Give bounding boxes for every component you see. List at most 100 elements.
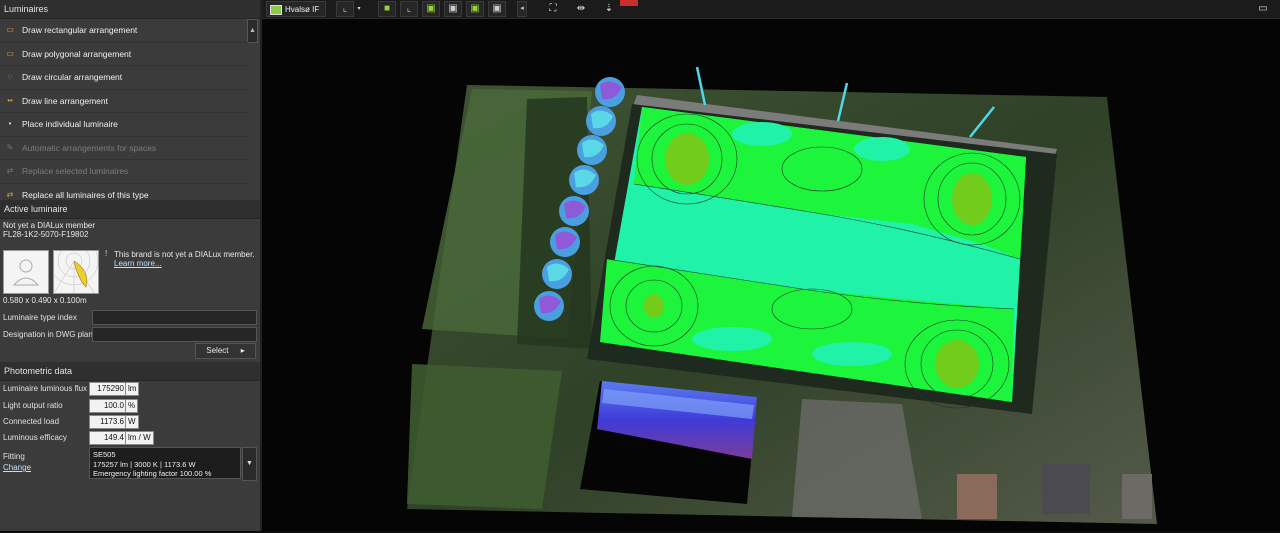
grass-field-bottom (407, 364, 562, 509)
luminaire-photo (3, 250, 49, 294)
floor-view-button[interactable]: ⌞ (400, 1, 418, 17)
luminaire-model: FL28-1K2-5070-F19802 (3, 230, 89, 239)
active-luminaire-title: Active luminaire (0, 200, 260, 219)
menu-item-label: Replace all luminaires of this type (22, 189, 149, 200)
rect-arrangement-icon: ▭ (6, 25, 14, 34)
cube-outline-icon: ▣ (470, 3, 480, 14)
fullscreen-button[interactable]: ▭ (1254, 1, 1272, 17)
menu-rect-arrangement[interactable]: ▭ Draw rectangular arrangement (0, 19, 248, 43)
luminaires-panel-title: Luminaires (0, 0, 260, 19)
cool-spot-1 (732, 122, 792, 146)
efficacy-unit: lm / W (125, 431, 154, 445)
auto-arrangement-icon: ✎ (6, 142, 14, 152)
left-panel: Luminaires ▲ ▭ Draw rectangular arrangeme… (0, 0, 262, 531)
coordinate-axes-button[interactable]: ⌞ (336, 1, 354, 17)
parking-lot (792, 399, 922, 519)
toolbar-collapse-button[interactable]: ◂ (517, 1, 527, 17)
type-index-input[interactable] (92, 310, 257, 325)
fitting-select[interactable]: SE505 175257 lm | 3000 K | 1173.6 W Emer… (89, 447, 241, 479)
menu-item-label: Draw rectangular arrangement (22, 25, 138, 35)
warning-icon: ! (105, 249, 108, 258)
hotspot-3 (644, 294, 664, 318)
chevron-left-icon: ◂ (520, 5, 524, 12)
line-arrangement-icon: •• (7, 95, 13, 105)
luminaire-manufacturer: Not yet a DIALux member (3, 221, 96, 230)
cube-outline-icon: ▣ (426, 3, 436, 14)
load-label: Connected load (3, 417, 60, 426)
menu-line-arrangement[interactable]: •• Draw line arrangement (0, 90, 248, 113)
dwg-designation-label: Designation in DWG plan (3, 330, 93, 339)
fitting-emergency: Emergency lighting factor 100.00 % (93, 469, 212, 478)
solid-cube-view-button[interactable]: ■ (378, 1, 396, 17)
axes-dropdown-icon[interactable]: ▾ (354, 1, 364, 17)
hotspot-2 (952, 173, 992, 225)
fitting-label: Fitting (3, 452, 25, 461)
type-index-label: Luminaire type index (3, 313, 77, 322)
zoom-frame-icon: ⛶ (549, 3, 557, 14)
panel-scroll-button[interactable]: ▲ (247, 19, 258, 43)
select-button-label: Select (206, 346, 229, 355)
fitting-name: SE505 (93, 450, 116, 459)
ldc-polar-icon (49, 236, 99, 294)
hotspot-4 (935, 340, 979, 388)
load-unit: W (125, 415, 139, 429)
menu-polygon-arrangement[interactable]: ▭ Draw polygonal arrangement (0, 43, 248, 66)
menu-single-luminaire[interactable]: • Place individual luminaire (0, 113, 248, 137)
menu-item-label: Replace selected luminaires (22, 166, 129, 176)
learn-more-link[interactable]: Learn more... (114, 259, 162, 268)
house-1 (957, 474, 997, 519)
change-fitting-link[interactable]: Change (3, 463, 31, 472)
luminaires-menu: ▭ Draw rectangular arrangement ▭ Draw poly… (0, 19, 248, 207)
chevron-right-icon: ▸ (240, 346, 245, 355)
replace-all-icon: ⇄ (6, 189, 14, 199)
flux-unit: lm (125, 382, 140, 396)
cool-spot-2 (854, 137, 910, 161)
view-selector[interactable]: Hvalsø IF (266, 1, 326, 17)
lor-label: Light output ratio (3, 401, 63, 410)
3d-viewport[interactable] (262, 19, 1280, 531)
zoom-extents-button[interactable]: ⛶ (544, 1, 562, 17)
cool-spot-3 (692, 327, 772, 351)
cube-outline-icon: ▣ (448, 3, 458, 14)
fitting-dropdown-arrow[interactable]: ▼ (242, 447, 257, 481)
hotspot-1 (665, 133, 709, 185)
scene-render[interactable] (262, 19, 1280, 531)
brand-notice: This brand is not yet a DIALux member. (114, 250, 255, 259)
menu-item-label: Draw line arrangement (22, 95, 108, 106)
luminaire-dimensions: 0.580 x 0.490 x 0.100m (3, 296, 87, 305)
menu-item-label: Place individual luminaire (22, 119, 118, 129)
height-measure-button[interactable]: ⇣ (600, 1, 618, 17)
menu-circle-arrangement[interactable]: ◌ Draw circular arrangement (0, 66, 248, 90)
height-measure-icon: ⇣ (604, 3, 614, 14)
view-selector-label: Hvalsø IF (285, 5, 320, 14)
single-luminaire-icon: • (8, 119, 12, 128)
axes-icon: ⌞ (342, 3, 348, 14)
light-distribution-diagram (49, 236, 99, 294)
dwg-designation-input[interactable] (92, 327, 257, 342)
measure-button[interactable]: ⇹ (572, 1, 590, 17)
menu-replace-selected: ⇄ Replace selected luminaires (0, 160, 248, 184)
load-value: 1173.6 (89, 415, 127, 429)
fitting-specs: 175257 lm | 3000 K | 1173.6 W (93, 459, 196, 469)
solid-cube-icon: ■ (383, 3, 391, 14)
record-indicator-icon[interactable] (620, 0, 638, 6)
menu-auto-arrangement: ✎ Automatic arrangements for spaces (0, 137, 248, 160)
efficacy-label: Luminous efficacy (3, 433, 67, 442)
menu-item-label: Draw circular arrangement (22, 72, 123, 82)
cool-spot-4 (812, 342, 892, 366)
polygon-arrangement-icon: ▭ (6, 48, 14, 58)
cube-outline-icon: ▣ (492, 3, 502, 14)
select-button[interactable]: Select ▸ (195, 343, 256, 359)
circle-arrangement-icon: ◌ (7, 72, 13, 81)
efficacy-value: 149.4 (89, 431, 127, 445)
cube-view-1-button[interactable]: ▣ (422, 1, 440, 17)
house-3 (1122, 474, 1152, 519)
person-placeholder-icon (12, 259, 40, 286)
active-luminaire-section: Active luminaire Not yet a DIALux member… (0, 200, 260, 362)
photometric-title: Photometric data (0, 362, 260, 381)
house-2 (1042, 464, 1090, 514)
cube-view-2-button[interactable]: ▣ (444, 1, 462, 17)
flux-label: Luminaire luminous flux (3, 384, 88, 393)
cube-view-3-button[interactable]: ▣ (466, 1, 484, 17)
cube-view-4-button[interactable]: ▣ (488, 1, 506, 17)
